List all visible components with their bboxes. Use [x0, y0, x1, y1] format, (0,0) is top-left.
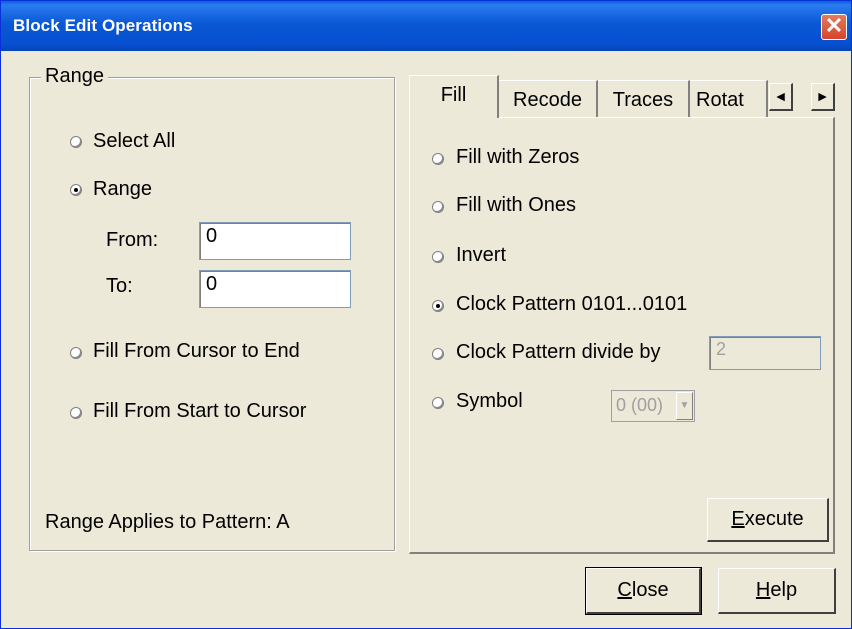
help-button[interactable]: Help [718, 568, 836, 614]
select-all-radio[interactable] [70, 136, 82, 148]
range-label[interactable]: Range [93, 178, 152, 201]
divide-by-field[interactable]: 2 [709, 336, 821, 370]
invert-label[interactable]: Invert [456, 244, 506, 267]
help-label: Help [755, 579, 798, 601]
tab-recode-label: Recode [513, 89, 582, 111]
tab-traces[interactable]: Traces [598, 80, 690, 117]
arrow-right-icon: ► [815, 88, 830, 104]
tab-scroll-right-button[interactable]: ► [811, 83, 835, 111]
range-groupbox [29, 77, 395, 551]
tab-recode[interactable]: Recode [499, 80, 598, 117]
clock-pattern-radio[interactable] [432, 300, 444, 312]
tab-traces-label: Traces [612, 89, 674, 111]
dialog-window: Block Edit Operations ✕ Range Select All… [0, 0, 852, 629]
fill-zeros-label[interactable]: Fill with Zeros [456, 146, 579, 169]
symbol-label[interactable]: Symbol [456, 390, 523, 413]
close-icon: ✕ [824, 13, 844, 38]
to-field[interactable]: 0 [199, 270, 351, 308]
fill-ones-radio[interactable] [432, 201, 444, 213]
range-applies-text: Range Applies to Pattern: A [45, 511, 290, 533]
chevron-down-icon[interactable]: ▼ [676, 392, 693, 420]
from-field[interactable]: 0 [199, 222, 351, 260]
execute-button[interactable]: Execute [707, 498, 829, 542]
window-title: Block Edit Operations [13, 16, 193, 35]
from-label: From: [106, 229, 159, 251]
invert-radio[interactable] [432, 251, 444, 263]
tab-rotate[interactable]: Rotat [690, 80, 768, 117]
fill-ones-label[interactable]: Fill with Ones [456, 194, 576, 217]
symbol-select[interactable]: 0 (00) ▼ [611, 390, 695, 422]
select-all-label[interactable]: Select All [93, 130, 175, 153]
tab-fill[interactable]: Fill [409, 75, 499, 118]
symbol-radio[interactable] [432, 397, 444, 409]
close-label: Close [617, 579, 669, 601]
range-radio[interactable] [70, 184, 82, 196]
fill-start-to-cursor-label[interactable]: Fill From Start to Cursor [93, 400, 306, 423]
clock-pattern-label[interactable]: Clock Pattern 0101...0101 [456, 293, 687, 316]
range-group-title: Range [41, 65, 108, 88]
fill-start-to-cursor-radio[interactable] [70, 407, 82, 419]
fill-cursor-to-end-label[interactable]: Fill From Cursor to End [93, 340, 300, 363]
fill-zeros-radio[interactable] [432, 153, 444, 165]
tab-scroll-left-button[interactable]: ◄ [769, 83, 793, 111]
clock-divide-label[interactable]: Clock Pattern divide by [456, 341, 661, 364]
clock-divide-radio[interactable] [432, 348, 444, 360]
fill-cursor-to-end-radio[interactable] [70, 347, 82, 359]
title-bar[interactable]: Block Edit Operations ✕ [1, 1, 851, 51]
arrow-left-icon: ◄ [773, 88, 788, 104]
to-label: To: [106, 275, 133, 297]
close-button[interactable]: Close [585, 567, 702, 615]
execute-label: Execute [731, 508, 804, 530]
tab-fill-label: Fill [440, 84, 467, 106]
tab-rotate-label: Rotat [696, 89, 744, 111]
close-window-button[interactable]: ✕ [821, 14, 847, 40]
symbol-select-value: 0 (00) [616, 395, 664, 415]
